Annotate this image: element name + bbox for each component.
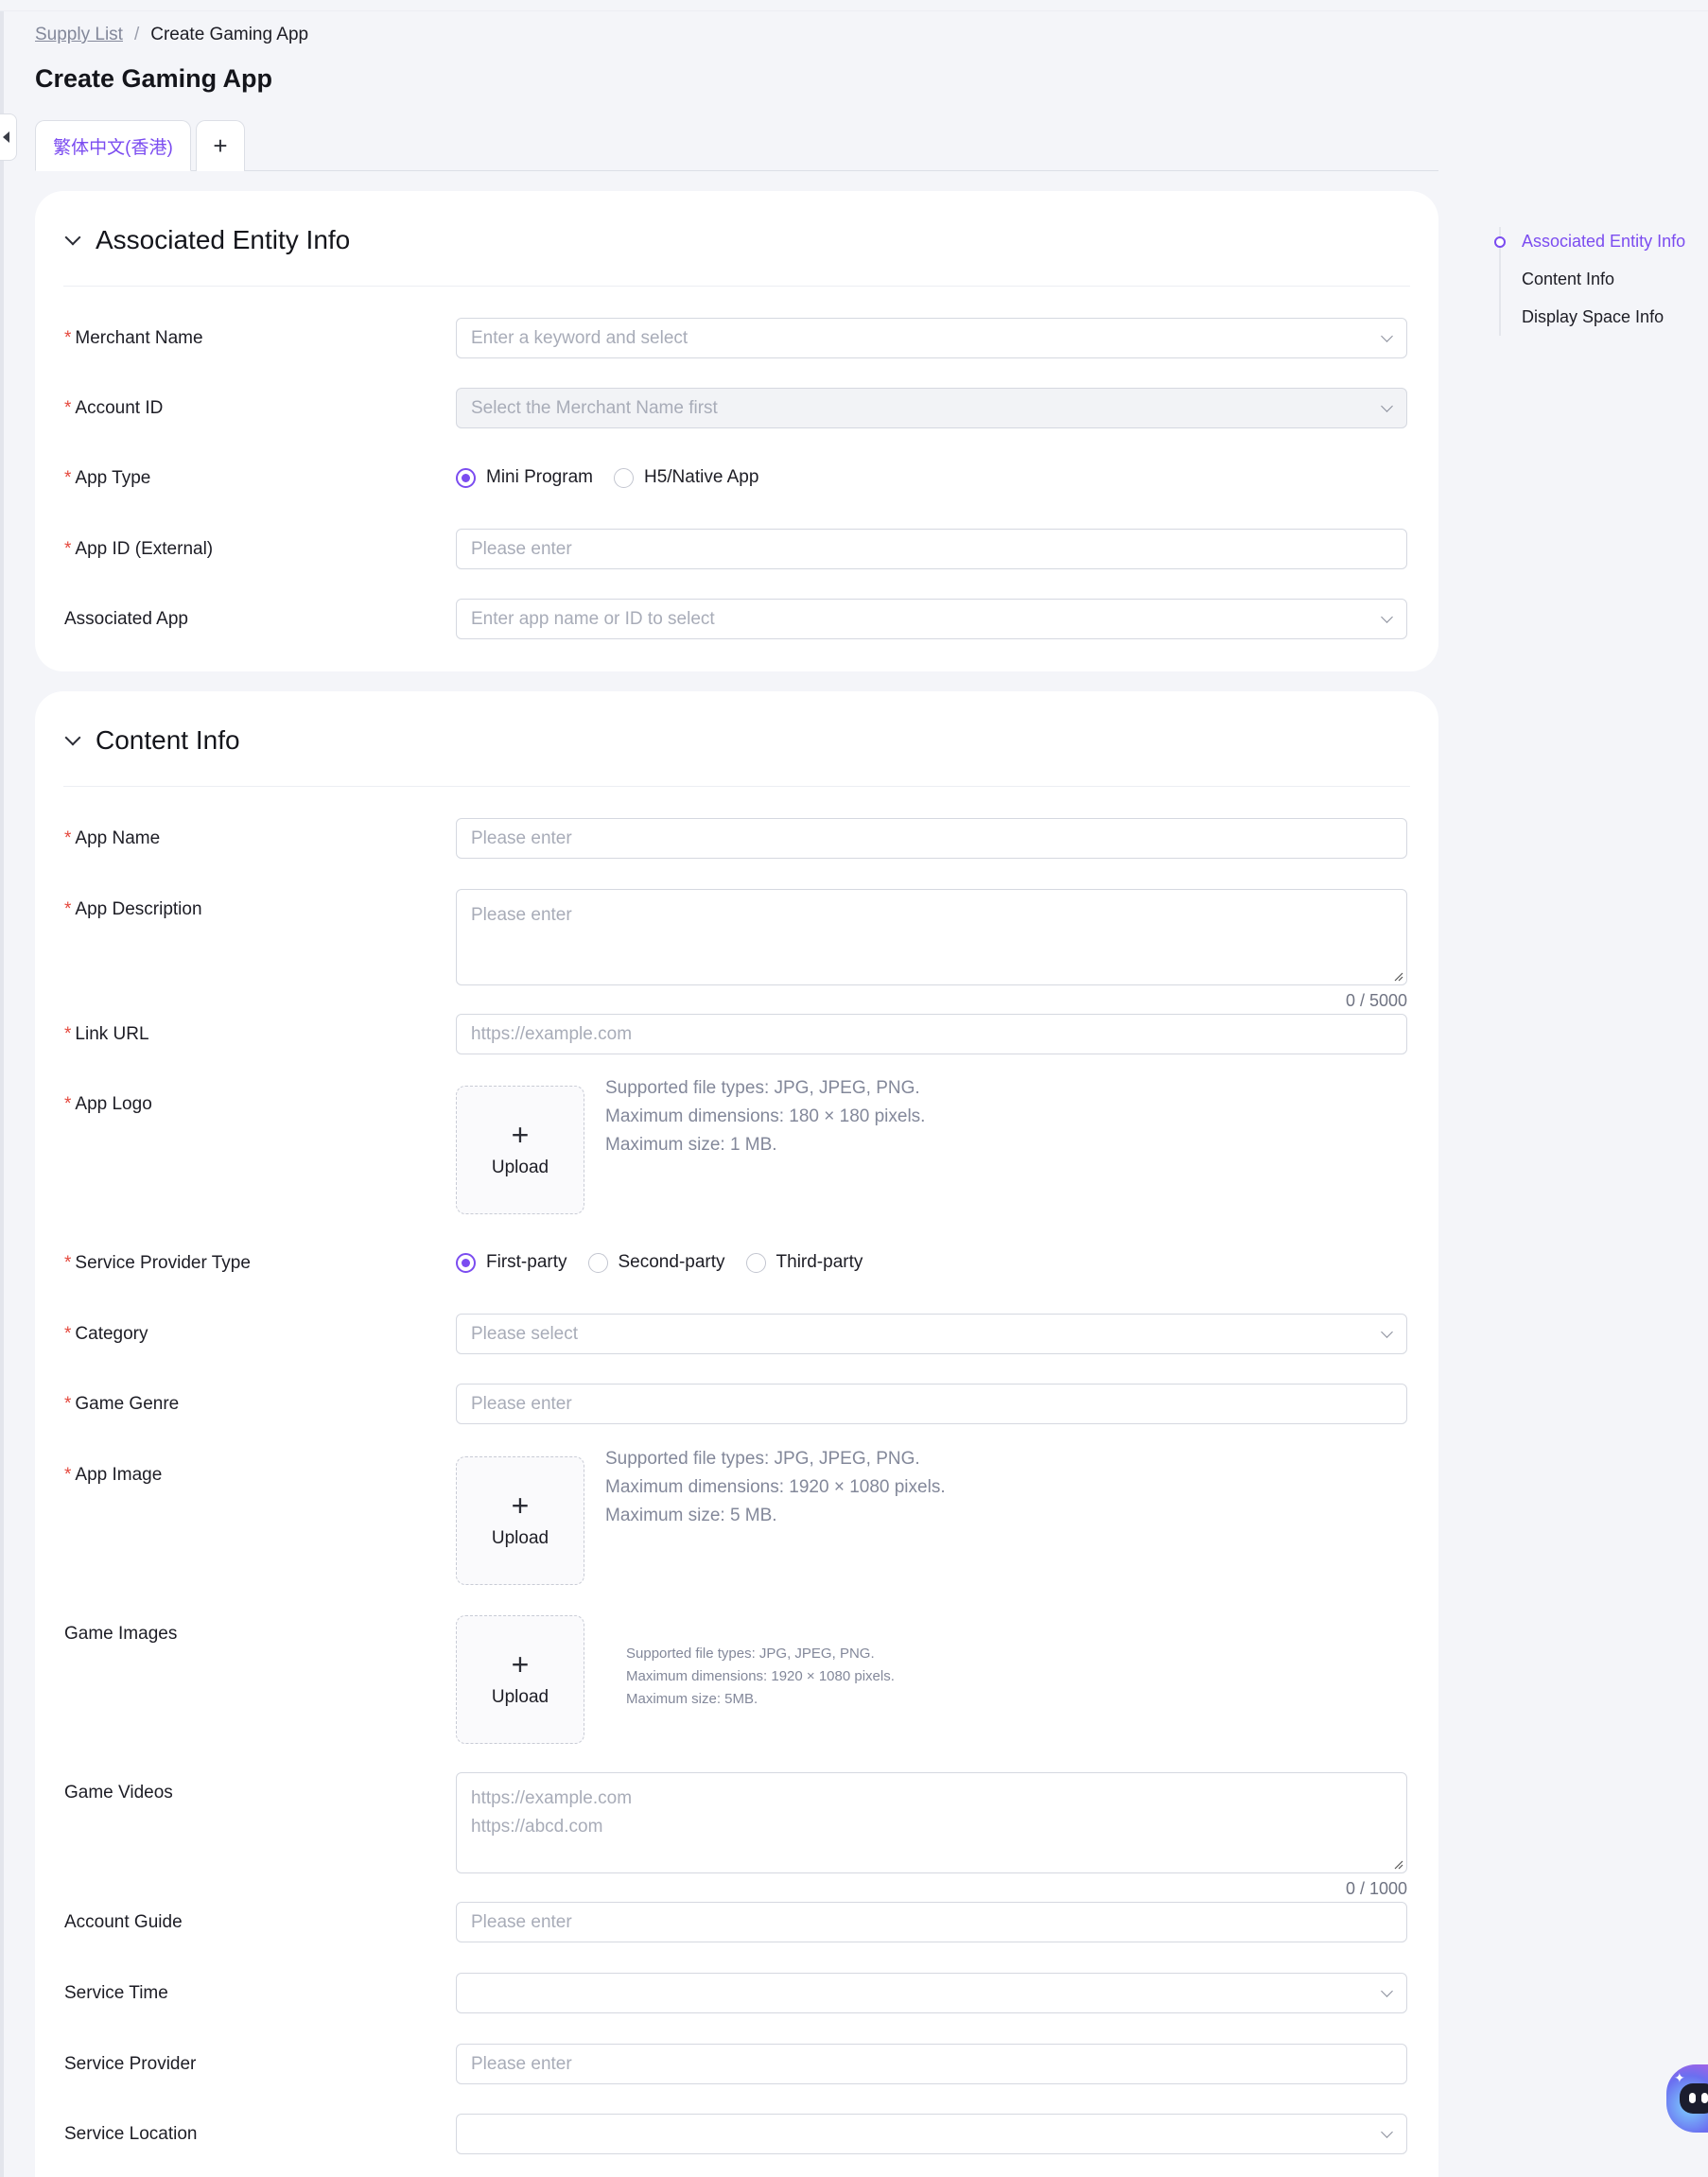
game-images-hint: Supported file types: JPG, JPEG, PNG. Ma… [626, 1646, 895, 1707]
service-location-select[interactable] [456, 2114, 1407, 2154]
link-url-input[interactable]: https://example.com [456, 1014, 1407, 1054]
resize-handle-icon[interactable] [1392, 970, 1403, 982]
service-time-select[interactable] [456, 1973, 1407, 2013]
plus-icon: + [511, 1647, 530, 1681]
service-time-label: Service Time [64, 1983, 168, 2003]
app-image-label: * App Image [64, 1465, 163, 1485]
game-videos-textarea[interactable]: https://example.com https://abcd.com [456, 1772, 1407, 1873]
chevron-down-icon [1381, 400, 1393, 412]
app-logo-upload-button[interactable]: + Upload [456, 1086, 584, 1214]
tab-traditional-chinese-hk[interactable]: 繁体中文(香港) [35, 120, 191, 171]
account-id-select[interactable]: Select the Merchant Name first [456, 388, 1407, 428]
app-id-external-label: * App ID (External) [64, 539, 214, 559]
sidebar-toggle-button[interactable] [0, 113, 17, 161]
radio-selected-icon [456, 1252, 476, 1273]
section-title: Content Info [96, 725, 240, 755]
sidebar-edge [0, 11, 4, 2177]
breadcrumb: Supply List / Create Gaming App [35, 25, 308, 45]
category-label: * Category [64, 1324, 148, 1344]
service-provider-label: Service Provider [64, 2054, 197, 2074]
associated-app-label: Associated App [64, 609, 188, 629]
app-id-external-input[interactable]: Please enter [456, 529, 1407, 569]
service-provider-input[interactable]: Please enter [456, 2044, 1407, 2084]
chevron-down-icon [1381, 1985, 1393, 1997]
associated-entity-info-header[interactable]: Associated Entity Info [63, 219, 350, 261]
link-url-label: * Link URL [64, 1024, 149, 1044]
plus-icon: + [511, 1489, 530, 1523]
radio-first-party[interactable]: First-party [456, 1252, 567, 1273]
divider [63, 286, 1410, 287]
account-guide-input[interactable]: Please enter [456, 1902, 1407, 1942]
description-char-counter: 0 / 5000 [1345, 991, 1407, 1010]
radio-h5-native-app[interactable]: H5/Native App [613, 467, 758, 488]
game-images-label: Game Images [64, 1624, 178, 1644]
radio-mini-program[interactable]: Mini Program [456, 467, 593, 488]
app-image-hint: Supported file types: JPG, JPEG, PNG. Ma… [605, 1449, 946, 1525]
radio-selected-icon [456, 467, 476, 488]
resize-handle-icon[interactable] [1392, 1858, 1403, 1870]
category-select[interactable]: Please select [456, 1314, 1407, 1354]
anchor-content-info[interactable]: Content Info [1522, 270, 1614, 289]
radio-third-party[interactable]: Third-party [745, 1252, 863, 1273]
add-language-tab-button[interactable]: + [196, 120, 245, 171]
app-image-upload-button[interactable]: + Upload [456, 1456, 584, 1585]
assistant-bot-button[interactable]: ✦ [1666, 2064, 1708, 2133]
triangle-left-icon [3, 131, 9, 143]
game-genre-input[interactable]: Please enter [456, 1384, 1407, 1424]
merchant-name-select[interactable]: Enter a keyword and select [456, 318, 1407, 358]
service-location-label: Service Location [64, 2124, 198, 2144]
assistant-bot-icon [1680, 2083, 1708, 2114]
game-genre-label: * Game Genre [64, 1394, 180, 1414]
breadcrumb-current: Create Gaming App [150, 25, 309, 44]
radio-unselected-icon [613, 467, 634, 488]
plus-icon: + [511, 1118, 530, 1152]
sparkle-icon: ✦ [1674, 2070, 1685, 2085]
app-name-input[interactable]: Please enter [456, 818, 1407, 859]
chevron-down-icon [64, 229, 81, 246]
top-strip [0, 0, 1708, 11]
page-title: Create Gaming App [35, 64, 273, 93]
chevron-down-icon [1381, 1326, 1393, 1338]
app-logo-label: * App Logo [64, 1094, 152, 1114]
app-logo-hint: Supported file types: JPG, JPEG, PNG. Ma… [605, 1078, 926, 1155]
chevron-down-icon [1381, 2126, 1393, 2138]
chevron-down-icon [1381, 611, 1393, 623]
content-info-header[interactable]: Content Info [63, 720, 240, 761]
app-type-label: * App Type [64, 468, 151, 488]
game-images-upload-button[interactable]: + Upload [456, 1615, 584, 1744]
merchant-name-label: * Merchant Name [64, 328, 203, 348]
radio-unselected-icon [587, 1252, 608, 1273]
app-type-radio-group: Mini Program H5/Native App [456, 467, 779, 488]
videos-char-counter: 0 / 1000 [1345, 1879, 1407, 1898]
chevron-down-icon [1381, 330, 1393, 342]
app-name-label: * App Name [64, 828, 161, 848]
chevron-down-icon [64, 729, 81, 746]
section-title: Associated Entity Info [96, 225, 351, 254]
language-tabs: 繁体中文(香港) + [35, 120, 1438, 171]
content-info-card: Content Info * App Name Please enter * App… [35, 691, 1438, 2177]
anchor-associated-entity-info[interactable]: Associated Entity Info [1522, 232, 1685, 252]
associated-app-select[interactable]: Enter app name or ID to select [456, 599, 1407, 639]
divider [63, 786, 1410, 787]
breadcrumb-link-supply-list[interactable]: Supply List [35, 25, 123, 45]
game-videos-label: Game Videos [64, 1783, 173, 1803]
service-provider-type-label: * Service Provider Type [64, 1253, 251, 1273]
breadcrumb-separator: / [133, 25, 140, 44]
account-guide-label: Account Guide [64, 1912, 183, 1932]
radio-second-party[interactable]: Second-party [587, 1252, 725, 1273]
app-description-textarea[interactable]: Please enter [456, 889, 1407, 985]
radio-unselected-icon [745, 1252, 766, 1273]
app-description-label: * App Description [64, 899, 202, 919]
anchor-active-dot-icon [1494, 236, 1506, 248]
account-id-label: * Account ID [64, 398, 164, 418]
service-provider-type-radio-group: First-party Second-party Third-party [456, 1252, 883, 1273]
associated-entity-info-card: Associated Entity Info * Merchant Name En… [35, 191, 1438, 671]
anchor-display-space-info[interactable]: Display Space Info [1522, 307, 1664, 327]
